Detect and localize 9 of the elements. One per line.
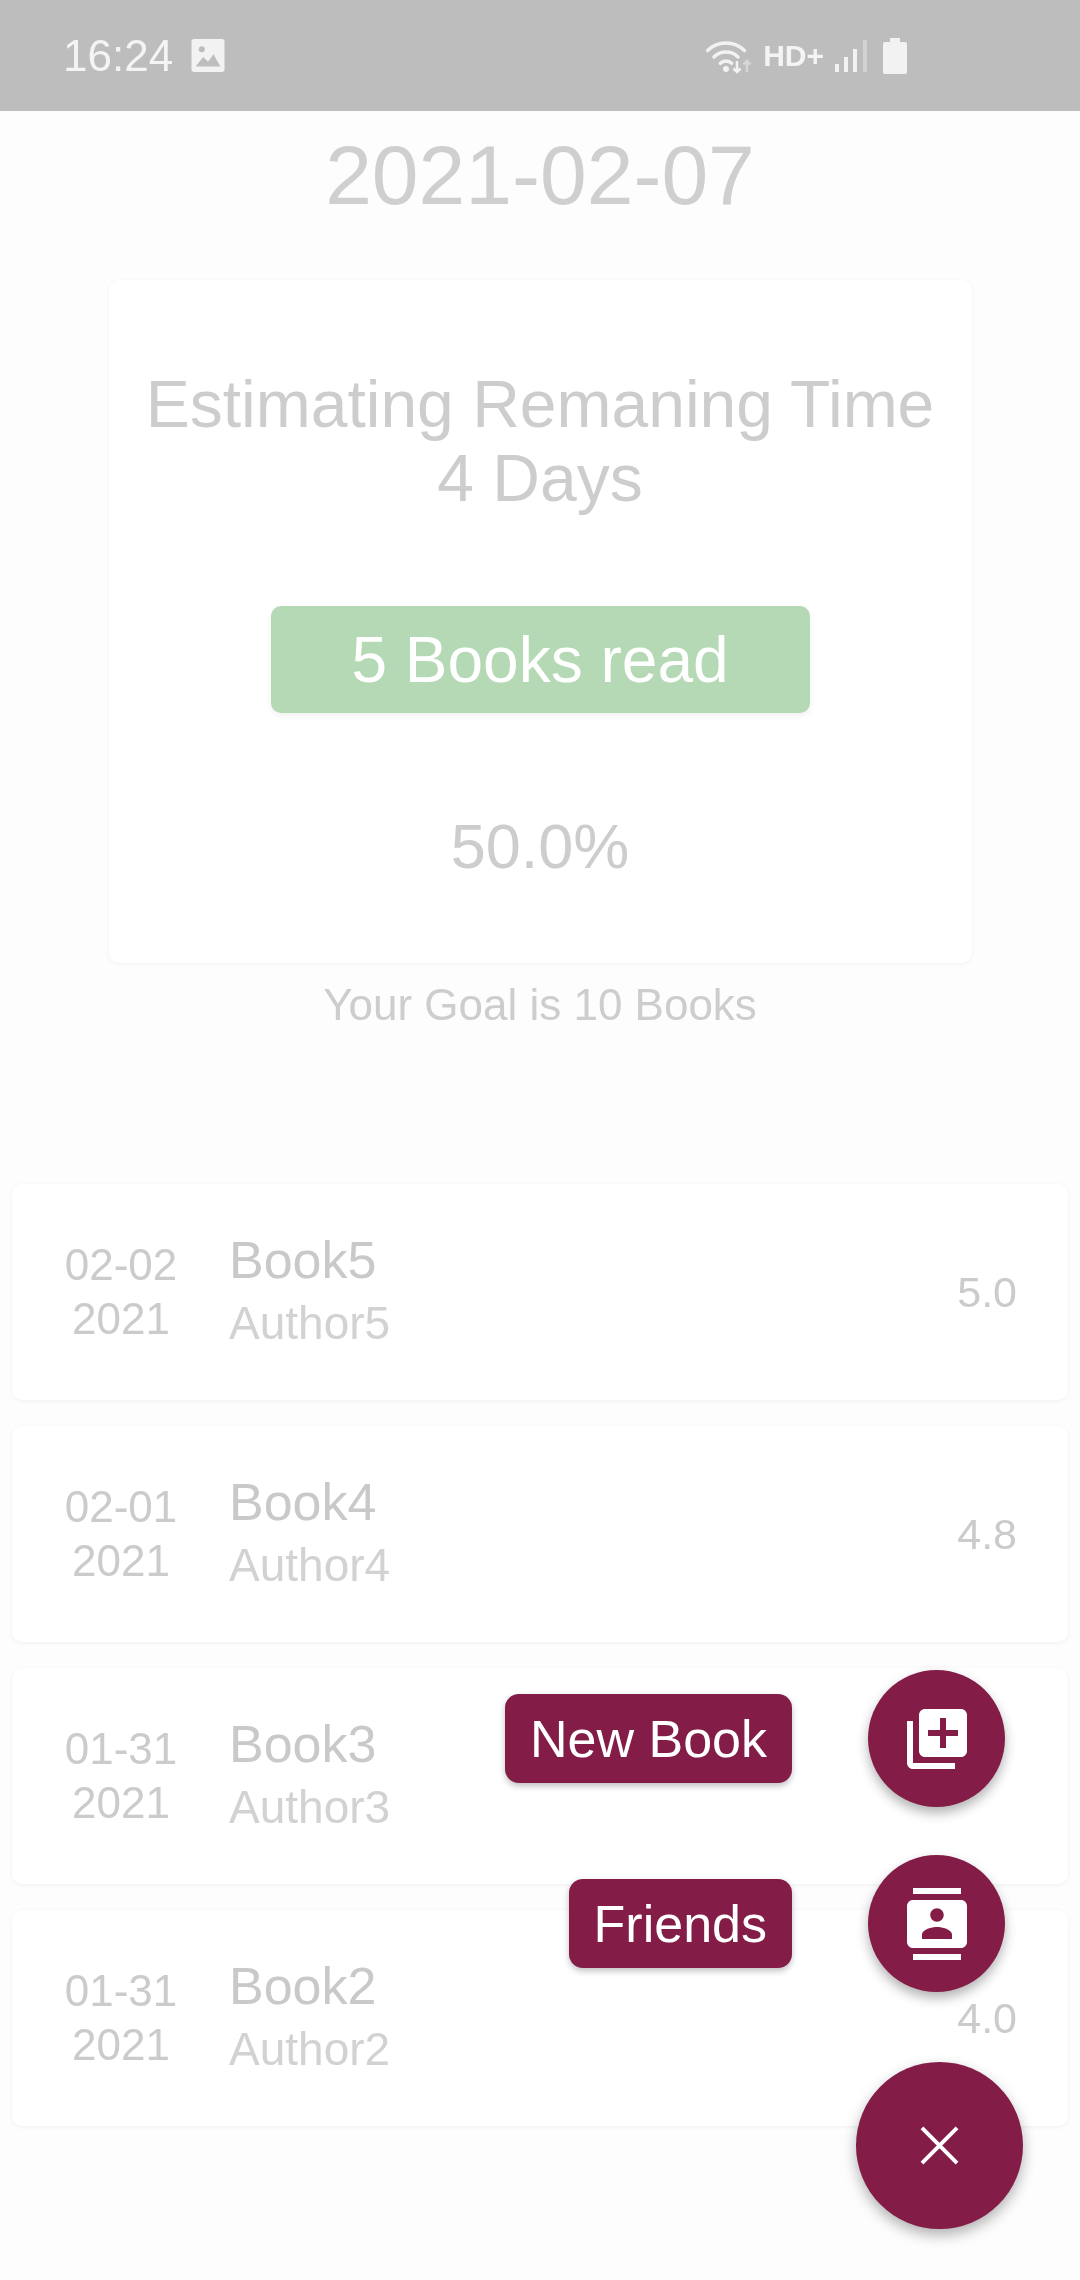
- battery-icon: [883, 37, 907, 74]
- close-icon: [920, 2126, 959, 2165]
- contact-card-icon: [906, 1887, 967, 1960]
- books-read-badge: 5 Books read: [270, 606, 810, 713]
- signal-icon: [835, 39, 868, 72]
- image-icon: [191, 39, 226, 72]
- action-label[interactable]: Friends: [568, 1879, 792, 1968]
- action-label[interactable]: New Book: [505, 1694, 792, 1783]
- stacked-squares-plus-icon: [906, 1708, 967, 1769]
